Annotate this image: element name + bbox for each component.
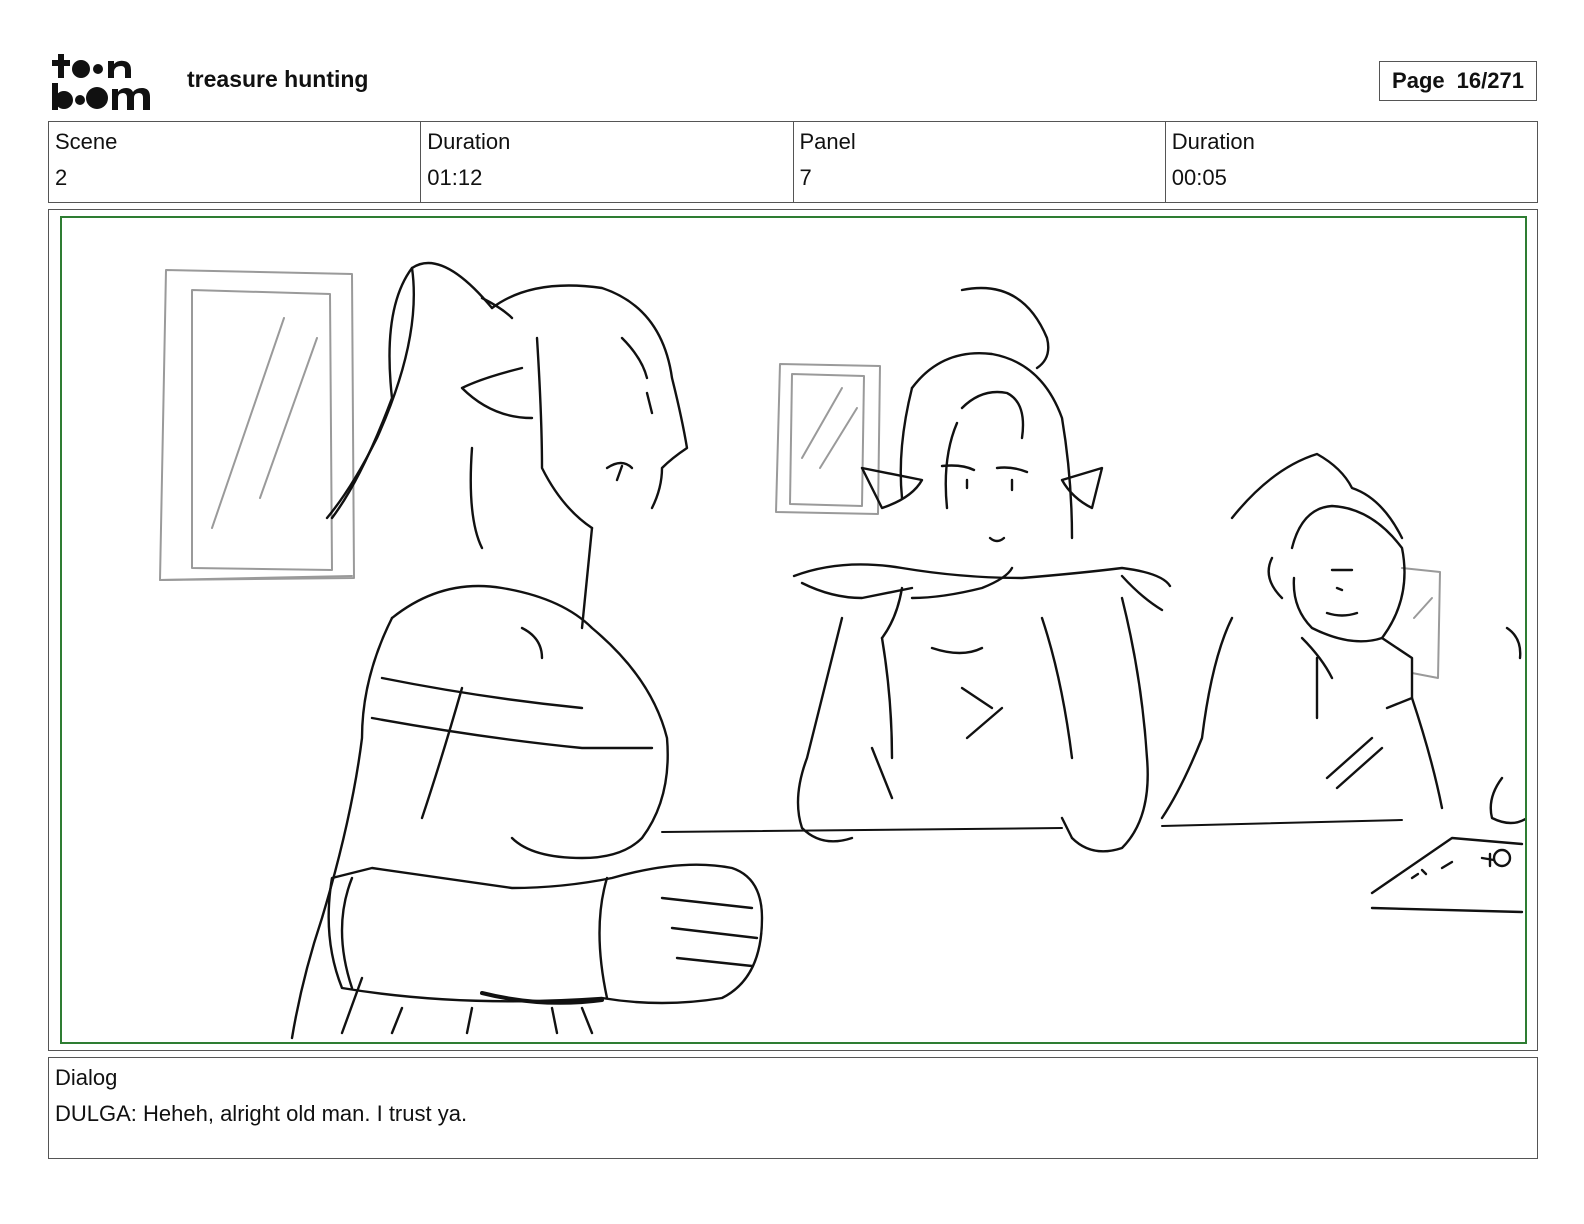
character-middle bbox=[792, 286, 1172, 853]
scene-info-table: Scene 2 Duration 01:12 Panel 7 Duration … bbox=[48, 121, 1538, 203]
page-indicator: Page 16/271 bbox=[1379, 61, 1537, 101]
window-middle bbox=[775, 363, 881, 515]
character-right bbox=[1160, 452, 1525, 914]
toon-boom-logo bbox=[52, 54, 150, 110]
dialog-box: Dialog DULGA: Heheh, alright old man. I … bbox=[48, 1057, 1538, 1159]
panel-duration-cell: Duration 00:05 bbox=[1166, 122, 1537, 202]
panel-artwork bbox=[60, 216, 1527, 1044]
scene-duration-label: Duration bbox=[427, 129, 511, 154]
panel-duration-label: Duration bbox=[1171, 129, 1255, 154]
panel-value: 7 bbox=[799, 165, 812, 190]
page-number: 16/271 bbox=[1456, 68, 1524, 93]
character-left bbox=[290, 261, 764, 1040]
dialog-label: Dialog bbox=[55, 1065, 118, 1090]
scene-value: 2 bbox=[55, 165, 68, 190]
window-left bbox=[159, 269, 355, 581]
scene-duration-value: 01:12 bbox=[427, 165, 483, 190]
project-title: treasure hunting bbox=[187, 66, 369, 92]
page-label: Page bbox=[1392, 68, 1445, 93]
panel-label: Panel bbox=[799, 129, 856, 154]
storyboard-sketch bbox=[159, 261, 1525, 1040]
scene-duration-cell: Duration 01:12 bbox=[421, 122, 794, 202]
dialog-text: DULGA: Heheh, alright old man. I trust y… bbox=[55, 1101, 468, 1126]
table-edge bbox=[661, 819, 1403, 833]
panel-cell: Panel 7 bbox=[794, 122, 1166, 202]
panel-duration-value: 00:05 bbox=[1171, 165, 1227, 190]
scene-label: Scene bbox=[55, 129, 118, 154]
scene-cell: Scene 2 bbox=[49, 122, 422, 202]
